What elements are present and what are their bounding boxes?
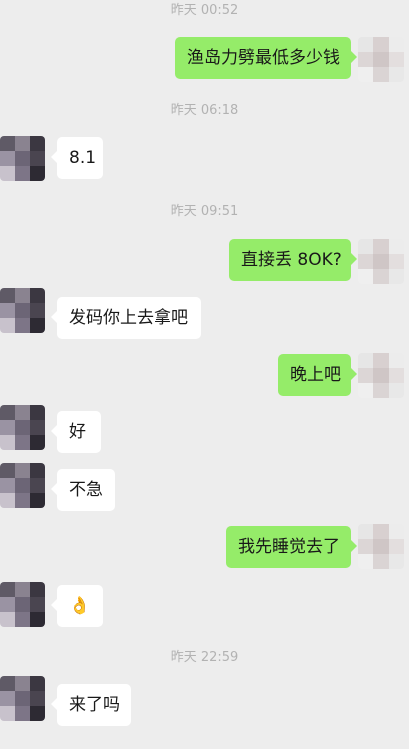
message-bubble[interactable]: 直接丢 8OK?: [229, 239, 357, 281]
timestamp: 昨天 06:18: [170, 103, 239, 118]
message-bubble[interactable]: 我先睡觉去了: [226, 526, 357, 568]
message-bubble[interactable]: 8.1: [51, 137, 103, 179]
self-avatar[interactable]: [358, 524, 404, 569]
message-bubble[interactable]: 来了吗: [51, 684, 131, 726]
message-bubble[interactable]: 不急: [51, 469, 115, 511]
timestamp: 昨天 09:51: [170, 204, 239, 219]
contact-avatar[interactable]: [0, 676, 45, 721]
contact-avatar[interactable]: [0, 405, 45, 450]
self-avatar[interactable]: [358, 353, 404, 398]
timestamp: 昨天 00:52: [170, 3, 239, 18]
contact-avatar[interactable]: [0, 288, 45, 333]
message-bubble[interactable]: 渔岛力劈最低多少钱: [175, 37, 357, 79]
timestamp: 昨天 22:59: [170, 650, 239, 665]
self-avatar[interactable]: [358, 239, 404, 284]
self-avatar[interactable]: [358, 37, 404, 82]
contact-avatar[interactable]: [0, 136, 45, 181]
contact-avatar[interactable]: [0, 582, 45, 627]
message-bubble[interactable]: 发码你上去拿吧: [51, 297, 201, 339]
message-bubble[interactable]: 晚上吧: [278, 354, 357, 396]
message-bubble[interactable]: 👌: [51, 585, 103, 627]
message-bubble[interactable]: 好: [51, 411, 101, 453]
contact-avatar[interactable]: [0, 463, 45, 508]
